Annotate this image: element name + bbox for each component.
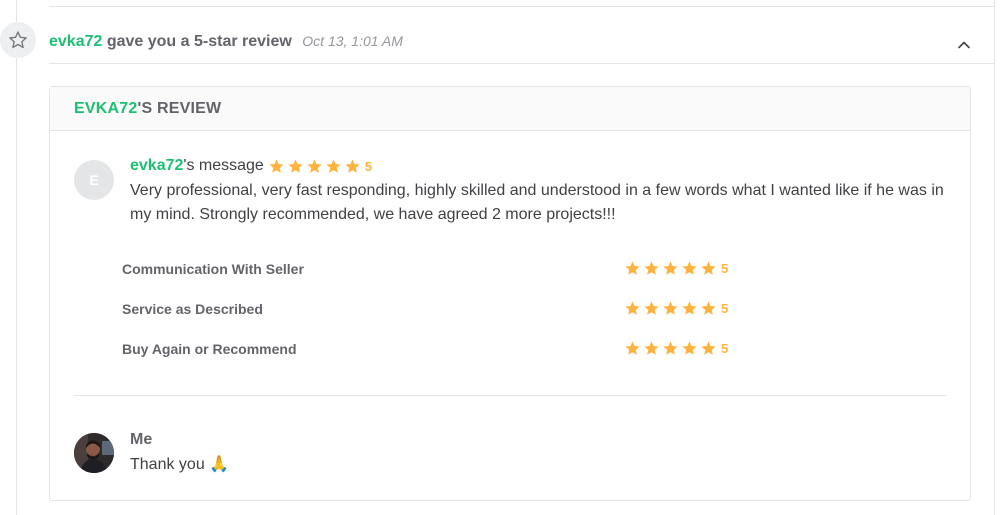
rating-label: Communication With Seller	[122, 261, 304, 277]
activity-user-link[interactable]: evka72	[49, 33, 102, 50]
star-icon	[624, 340, 643, 357]
star-icon	[643, 260, 662, 277]
rating-row: Buy Again or Recommend 5	[122, 335, 762, 375]
star-icon	[287, 158, 306, 175]
review-header-suffix: 'S REVIEW	[137, 99, 222, 117]
star-icon	[662, 340, 681, 357]
star-icon	[306, 158, 325, 175]
star-icon	[344, 158, 363, 175]
message-title: evka72's message 5	[130, 157, 372, 175]
overall-rating-value: 5	[364, 158, 373, 174]
review-message: Very professional, very fast responding,…	[130, 182, 944, 223]
right-border	[994, 0, 995, 515]
rating-stars: 5	[624, 260, 728, 277]
star-icon	[268, 158, 287, 175]
rating-stars: 5	[624, 340, 728, 357]
activity-action: gave you a 5-star review	[106, 33, 292, 50]
reviewer-avatar[interactable]: E	[74, 160, 114, 200]
overall-star-rating	[268, 158, 363, 175]
star-icon	[700, 340, 719, 357]
review-card: EVKA72 'S REVIEW E evka72's message 5 Ver…	[49, 86, 971, 501]
activity-timestamp: Oct 13, 1:01 AM	[302, 33, 403, 49]
star-icon	[325, 158, 344, 175]
rating-row: Service as Described 5	[122, 295, 762, 335]
star-icon	[681, 260, 700, 277]
message-user-link[interactable]: evka72	[130, 157, 183, 175]
ratings-list: Communication With Seller 5 Service as D…	[122, 255, 762, 375]
review-header-user[interactable]: EVKA72	[74, 100, 137, 118]
star-outline-icon	[0, 22, 36, 58]
rating-row: Communication With Seller 5	[122, 255, 762, 295]
rating-label: Buy Again or Recommend	[122, 341, 297, 357]
rating-value: 5	[721, 301, 729, 316]
star-icon	[624, 300, 643, 317]
activity-header: evka72 gave you a 5-star review Oct 13, …	[0, 20, 994, 64]
top-divider	[49, 6, 994, 7]
message-title-suffix: 's message	[183, 157, 264, 174]
reply-author: Me	[130, 431, 153, 448]
header-divider	[49, 63, 994, 64]
star-icon	[681, 300, 700, 317]
rating-value: 5	[721, 341, 729, 356]
review-card-header: EVKA72 'S REVIEW	[50, 87, 970, 131]
star-icon	[700, 300, 719, 317]
reply-message: Thank you 🙏	[130, 456, 230, 473]
star-icon	[643, 340, 662, 357]
timeline-line	[16, 0, 17, 515]
star-icon	[662, 300, 681, 317]
rating-label: Service as Described	[122, 301, 263, 317]
card-divider	[74, 395, 946, 396]
activity-text: evka72 gave you a 5-star review Oct 13, …	[49, 33, 403, 51]
star-icon	[662, 260, 681, 277]
star-icon	[700, 260, 719, 277]
rating-value: 5	[721, 261, 729, 276]
chevron-up-icon[interactable]	[955, 36, 973, 54]
rating-stars: 5	[624, 300, 728, 317]
star-icon	[681, 340, 700, 357]
star-icon	[643, 300, 662, 317]
star-icon	[624, 260, 643, 277]
my-avatar[interactable]	[74, 433, 114, 473]
